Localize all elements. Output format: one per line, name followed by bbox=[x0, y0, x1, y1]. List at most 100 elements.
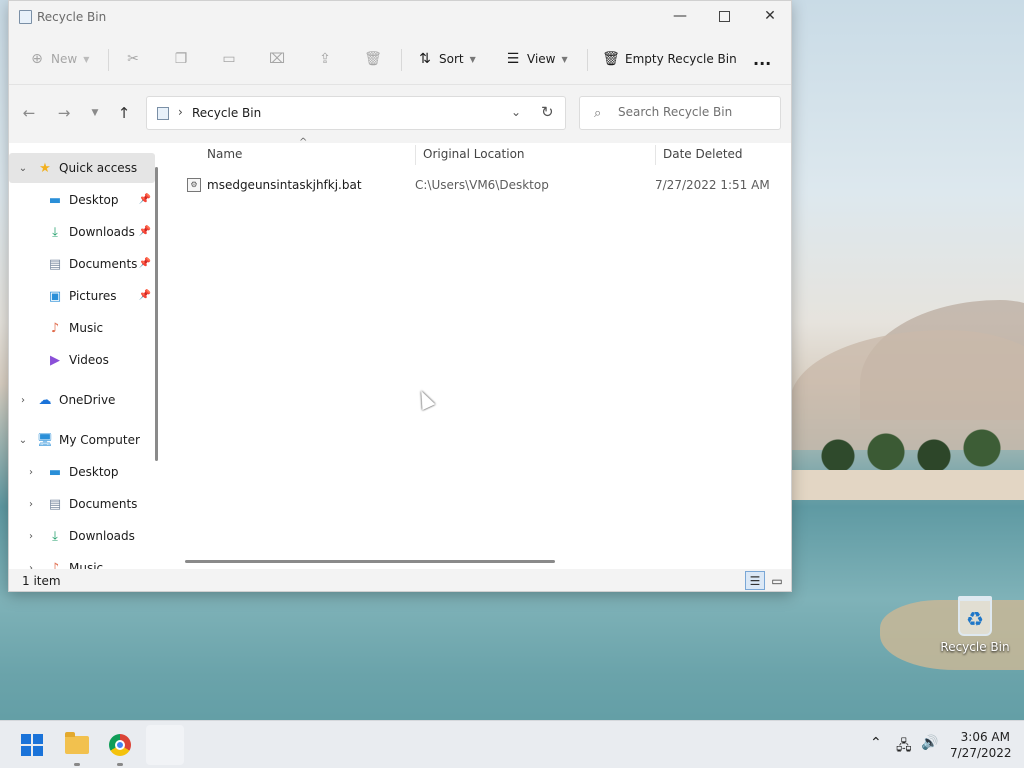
new-button[interactable]: ⊕ New ▼ bbox=[29, 47, 89, 71]
copy-button[interactable]: ❐ bbox=[173, 47, 189, 71]
taskbar-chrome[interactable] bbox=[104, 729, 136, 761]
plus-icon: ⊕ bbox=[31, 51, 43, 67]
details-view-button[interactable]: ☰ bbox=[745, 571, 765, 590]
sidebar-item-label: OneDrive bbox=[59, 393, 116, 407]
sidebar-item-computer-documents[interactable]: › ▤ Documents bbox=[9, 489, 155, 519]
network-icon[interactable]: 🖧 bbox=[896, 735, 912, 759]
sort-label: Sort bbox=[439, 52, 464, 66]
sidebar-scrollbar[interactable] bbox=[155, 167, 158, 461]
document-icon: ▤ bbox=[48, 256, 62, 272]
sidebar-item-downloads[interactable]: ⤓ Downloads 📌 bbox=[9, 217, 155, 247]
back-button[interactable]: ← bbox=[19, 103, 39, 123]
download-icon: ⤓ bbox=[52, 528, 58, 544]
chevron-right-icon[interactable]: › bbox=[17, 395, 29, 406]
sidebar-item-label: Quick access bbox=[59, 161, 138, 175]
chevron-right-icon[interactable]: › bbox=[25, 499, 37, 510]
cut-button[interactable]: ✂ bbox=[125, 47, 141, 71]
windows-logo-icon bbox=[21, 734, 43, 756]
share-button[interactable]: ⇪ bbox=[317, 47, 333, 71]
chevron-down-icon[interactable]: ⌄ bbox=[17, 163, 29, 174]
file-row[interactable]: ⚙ msedgeunsintaskjhfkj.bat C:\Users\VM6\… bbox=[185, 175, 791, 197]
tiles-view-button[interactable]: ▭ bbox=[767, 571, 787, 590]
file-name: msedgeunsintaskjhfkj.bat bbox=[207, 178, 362, 192]
chevron-up-icon[interactable]: ⌃ bbox=[870, 735, 882, 751]
sidebar-item-label: Desktop bbox=[69, 193, 119, 207]
up-button[interactable]: ↑ bbox=[114, 103, 134, 123]
view-button[interactable]: ☰ View ▼ bbox=[505, 47, 568, 71]
trash-icon: 🗑 bbox=[364, 51, 382, 67]
star-icon: ★ bbox=[39, 160, 51, 176]
forward-button[interactable]: → bbox=[54, 103, 74, 123]
address-path[interactable]: Recycle Bin bbox=[192, 106, 261, 120]
system-clock[interactable]: 3:06 AM 7/27/2022 bbox=[950, 729, 1012, 761]
chevron-down-icon: ▼ bbox=[83, 54, 90, 64]
sidebar-item-desktop[interactable]: ▬ Desktop 📌 bbox=[9, 185, 155, 215]
taskbar: ⌃ 🖧 🔊 3:06 AM 7/27/2022 bbox=[0, 720, 1024, 768]
rename-button[interactable]: ⌧ bbox=[269, 47, 285, 71]
navigation-bar: ← → ▼ ↑ › Recycle Bin ⌄ ↻ ⌕ bbox=[9, 87, 791, 137]
refresh-icon[interactable]: ↻ bbox=[541, 103, 554, 121]
sidebar-item-quick-access[interactable]: ⌄ ★ Quick access bbox=[9, 153, 155, 183]
empty-recycle-bin-button[interactable]: 🗑 Empty Recycle Bin bbox=[602, 47, 737, 71]
sidebar-item-computer-downloads[interactable]: › ⤓ Downloads bbox=[9, 521, 155, 551]
sort-button[interactable]: ⇅ Sort ▼ bbox=[417, 47, 476, 71]
sidebar-item-onedrive[interactable]: › ☁ OneDrive bbox=[9, 385, 155, 415]
pin-icon: 📌 bbox=[138, 290, 151, 301]
details-view-icon: ☰ bbox=[749, 573, 761, 588]
chevron-right-icon[interactable]: › bbox=[25, 531, 37, 542]
start-button[interactable] bbox=[16, 729, 48, 761]
delete-button[interactable]: 🗑 bbox=[364, 47, 382, 71]
column-divider[interactable] bbox=[415, 145, 416, 165]
window-title: Recycle Bin bbox=[37, 10, 107, 24]
close-button[interactable]: ✕ bbox=[747, 1, 793, 31]
minimize-icon: — bbox=[673, 8, 687, 24]
column-divider[interactable] bbox=[655, 145, 656, 165]
recent-locations-button[interactable]: ▼ bbox=[85, 103, 105, 123]
clock-time: 3:06 AM bbox=[960, 730, 1010, 744]
desktop-recycle-bin-label: Recycle Bin bbox=[940, 640, 1010, 654]
desktop-recycle-bin[interactable]: Recycle Bin bbox=[940, 596, 1010, 654]
taskbar-app-slot[interactable] bbox=[146, 725, 184, 765]
title-bar[interactable]: Recycle Bin — ✕ bbox=[9, 1, 791, 33]
new-label: New bbox=[51, 52, 78, 66]
column-header-original-location[interactable]: Original Location bbox=[423, 143, 525, 165]
cloud-icon: ☁ bbox=[38, 392, 52, 408]
video-icon: ▶ bbox=[50, 352, 60, 368]
address-dropdown-icon[interactable]: ⌄ bbox=[511, 105, 521, 119]
column-header-date-deleted[interactable]: Date Deleted bbox=[663, 143, 743, 165]
sidebar-item-documents[interactable]: ▤ Documents 📌 bbox=[9, 249, 155, 279]
toolbar-divider bbox=[587, 49, 588, 71]
sidebar-item-pictures[interactable]: ▣ Pictures 📌 bbox=[9, 281, 155, 311]
sidebar-item-label: Downloads bbox=[69, 225, 135, 239]
paste-button[interactable]: ▭ bbox=[221, 47, 237, 71]
sidebar-item-label: Desktop bbox=[69, 465, 119, 479]
view-lines-icon: ☰ bbox=[506, 51, 520, 67]
more-options-button[interactable]: ... bbox=[753, 47, 771, 71]
sidebar-item-computer-desktop[interactable]: › ▬ Desktop bbox=[9, 457, 155, 487]
address-bar[interactable]: › Recycle Bin ⌄ ↻ bbox=[146, 96, 566, 130]
sidebar-item-computer-music[interactable]: › ♪ Music bbox=[9, 553, 155, 570]
chevron-right-icon[interactable]: › bbox=[178, 105, 183, 119]
column-header-name[interactable]: Name bbox=[207, 143, 242, 165]
pin-icon: 📌 bbox=[138, 258, 151, 269]
command-bar: ⊕ New ▼ ✂ ❐ ▭ ⌧ ⇪ 🗑 ⇅ Sort ▼ ☰ View ▼ 🗑 … bbox=[9, 35, 791, 85]
search-input[interactable] bbox=[618, 105, 773, 119]
folder-icon bbox=[65, 732, 89, 754]
sidebar-item-label: Documents bbox=[69, 257, 138, 271]
volume-icon[interactable]: 🔊 bbox=[921, 735, 938, 751]
chevron-right-icon[interactable]: › bbox=[25, 467, 37, 478]
recycle-bin-icon bbox=[958, 596, 992, 636]
minimize-button[interactable]: — bbox=[657, 1, 703, 31]
sidebar-item-my-computer[interactable]: ⌄ 🖥 My Computer bbox=[9, 425, 155, 455]
sort-icon: ⇅ bbox=[419, 51, 431, 67]
sidebar-item-music[interactable]: ♪ Music bbox=[9, 313, 155, 343]
maximize-button[interactable] bbox=[701, 1, 747, 31]
recycle-bin-icon bbox=[157, 107, 169, 120]
search-box[interactable]: ⌕ bbox=[579, 96, 781, 130]
sidebar-item-videos[interactable]: ▶ Videos bbox=[9, 345, 155, 375]
taskbar-file-explorer[interactable] bbox=[61, 729, 93, 761]
chevron-down-icon[interactable]: ⌄ bbox=[17, 435, 29, 446]
horizontal-scrollbar[interactable] bbox=[185, 560, 555, 563]
file-list: ^ Name Original Location Date Deleted ⚙ … bbox=[169, 137, 791, 553]
toolbar-divider bbox=[401, 49, 402, 71]
